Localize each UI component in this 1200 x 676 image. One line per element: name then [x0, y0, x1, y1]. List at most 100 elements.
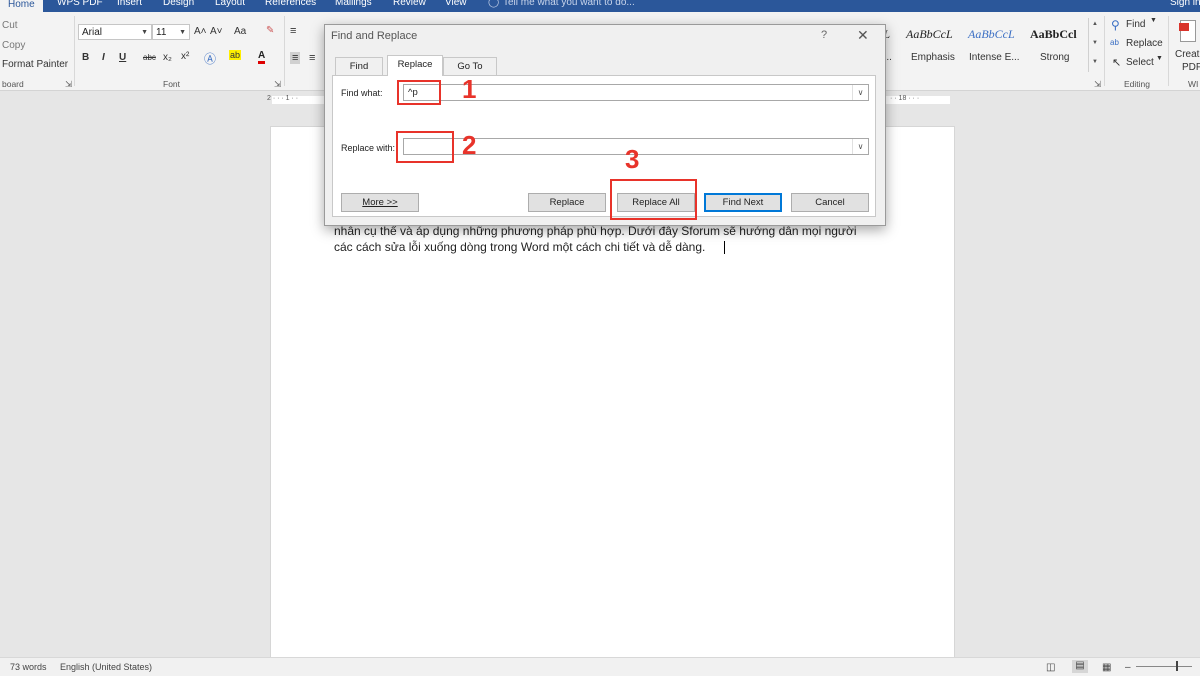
annotation-box-find	[397, 80, 441, 105]
language-status[interactable]: English (United States)	[60, 662, 152, 672]
change-case-button[interactable]: Aa	[234, 26, 246, 37]
wps-group-label: WI	[1188, 79, 1199, 89]
lightbulb-icon: ◯	[488, 0, 500, 8]
highlight-icon[interactable]: ab	[229, 50, 242, 60]
tab-go-to-label: Go To	[457, 61, 483, 72]
annotation-number-1: 1	[462, 74, 477, 104]
ribbon-separator	[1104, 16, 1105, 86]
style-sample-strong[interactable]: AaBbCcl	[1030, 27, 1077, 42]
strikethrough-button[interactable]: abc	[143, 53, 156, 62]
annotation-number-3: 3	[625, 144, 640, 174]
align-left-icon[interactable]: ≡	[290, 52, 301, 64]
tell-me-search[interactable]: Tell me what you want to do...	[503, 0, 635, 9]
replace-button[interactable]: Replace	[1126, 38, 1163, 49]
font-size-combo[interactable]: 11 ▼	[152, 24, 190, 40]
tab-wps-pdf[interactable]: WPS PDF	[57, 0, 103, 9]
find-button[interactable]: Find	[1126, 19, 1145, 30]
close-icon[interactable]: ✕	[857, 27, 869, 44]
cut-button[interactable]: Cut	[2, 20, 18, 31]
copy-button[interactable]: Copy	[2, 40, 25, 51]
more-styles-icon[interactable]: ▼	[1092, 59, 1098, 65]
align-center-icon[interactable]: ≡	[309, 52, 315, 64]
font-name-value: Arial	[82, 27, 103, 38]
zoom-slider-thumb[interactable]	[1176, 661, 1178, 671]
more-button[interactable]: More >>	[341, 193, 419, 212]
select-cursor-icon[interactable]: ↖	[1112, 56, 1121, 69]
tab-insert[interactable]: Insert	[117, 0, 142, 9]
font-color-icon[interactable]: A	[258, 50, 266, 64]
ribbon-tab-bar: Home WPS PDF Insert Design Layout Refere…	[0, 0, 1200, 12]
chevron-down-icon[interactable]: ∨	[852, 85, 868, 100]
chevron-down-icon[interactable]: ▼	[1156, 55, 1163, 62]
grow-font-button[interactable]: A˄	[194, 26, 207, 37]
replace-button[interactable]: Replace	[528, 193, 606, 212]
tab-find-label: Find	[349, 61, 369, 72]
ribbon-separator	[1168, 16, 1169, 86]
dialog-launcher-icon[interactable]: ⇲	[65, 79, 72, 90]
tab-replace-label: Replace	[397, 59, 433, 70]
annotation-box-replace-all	[610, 179, 697, 220]
word-count[interactable]: 73 words	[10, 662, 47, 672]
help-button[interactable]: ?	[821, 29, 827, 41]
cancel-button[interactable]: Cancel	[791, 193, 869, 212]
superscript-button[interactable]: x²	[181, 51, 189, 62]
chevron-down-icon: ▼	[141, 29, 148, 36]
tab-go-to[interactable]: Go To	[443, 57, 497, 75]
ruler-numbers-right: · · 18 · · ·	[890, 95, 920, 102]
print-layout-icon[interactable]: ▤	[1072, 660, 1088, 673]
create-pdf-button[interactable]: Creat	[1175, 49, 1199, 60]
tab-view[interactable]: View	[445, 0, 467, 9]
document-text-line-1[interactable]: nhân cụ thể và áp dụng những phương pháp…	[334, 224, 857, 238]
sign-in-link[interactable]: Sign in	[1170, 0, 1200, 9]
dialog-title: Find and Replace	[331, 30, 418, 42]
style-name-intense-emphasis: Intense E...	[969, 52, 1020, 63]
dialog-launcher-icon[interactable]: ⇲	[1094, 79, 1101, 90]
tab-home[interactable]: Home	[0, 0, 43, 12]
clipboard-group-label: board	[2, 79, 24, 89]
ruler-numbers-left: 2 · · · 1 · ·	[267, 95, 299, 102]
tab-review[interactable]: Review	[393, 0, 426, 9]
read-mode-icon[interactable]: ◫	[1046, 662, 1055, 673]
document-text-line-2[interactable]: các cách sửa lỗi xuống dòng trong Word m…	[334, 240, 705, 254]
annotation-number-2: 2	[462, 130, 477, 160]
styles-gallery: cL n... AaBbCcL Emphasis AaBbCcL Intense…	[878, 12, 1090, 74]
web-layout-icon[interactable]: ▦	[1102, 662, 1111, 673]
select-button[interactable]: Select	[1126, 57, 1154, 68]
tab-replace[interactable]: Replace	[387, 55, 443, 76]
replace-icon[interactable]: ab	[1110, 38, 1119, 47]
dialog-launcher-icon[interactable]: ⇲	[274, 79, 281, 90]
text-effects-icon[interactable]: Ⓐ	[204, 50, 216, 67]
shrink-font-button[interactable]: A˅	[210, 26, 223, 37]
font-size-value: 11	[156, 27, 167, 38]
pdf-icon[interactable]	[1179, 20, 1196, 42]
chevron-down-icon[interactable]: ▼	[1150, 17, 1157, 24]
search-icon[interactable]: ⚲	[1111, 18, 1120, 32]
font-name-combo[interactable]: Arial ▼	[78, 24, 152, 40]
zoom-slider[interactable]	[1136, 666, 1192, 667]
subscript-button[interactable]: x₂	[163, 52, 172, 63]
find-next-button[interactable]: Find Next	[704, 193, 782, 212]
tab-design[interactable]: Design	[163, 0, 194, 9]
style-name-strong: Strong	[1040, 52, 1070, 63]
tab-references[interactable]: References	[265, 0, 316, 9]
bullets-icon[interactable]: ≡	[290, 25, 296, 37]
zoom-out-icon[interactable]: –	[1125, 662, 1131, 673]
chevron-down-icon[interactable]: ∨	[852, 139, 868, 154]
italic-button[interactable]: I	[102, 52, 105, 63]
text-cursor	[724, 241, 725, 254]
styles-scroll[interactable]: ▲ ▼ ▼	[1088, 18, 1101, 72]
chevron-down-icon[interactable]: ▼	[1092, 40, 1098, 46]
find-what-label: Find what:	[341, 88, 383, 98]
replace-with-label: Replace with:	[341, 143, 396, 153]
tab-find[interactable]: Find	[335, 57, 383, 75]
clear-formatting-icon[interactable]: ✎	[266, 25, 274, 36]
status-bar: 73 words English (United States) ◫ ▤ ▦ –	[0, 657, 1200, 676]
style-sample-intense-emphasis[interactable]: AaBbCcL	[968, 27, 1015, 42]
tab-mailings[interactable]: Mailings	[335, 0, 372, 9]
bold-button[interactable]: B	[82, 52, 89, 63]
underline-button[interactable]: U	[119, 52, 126, 63]
format-painter-button[interactable]: Format Painter	[2, 59, 68, 70]
chevron-up-icon[interactable]: ▲	[1092, 21, 1098, 27]
tab-layout[interactable]: Layout	[215, 0, 245, 9]
style-sample-emphasis[interactable]: AaBbCcL	[906, 27, 953, 42]
